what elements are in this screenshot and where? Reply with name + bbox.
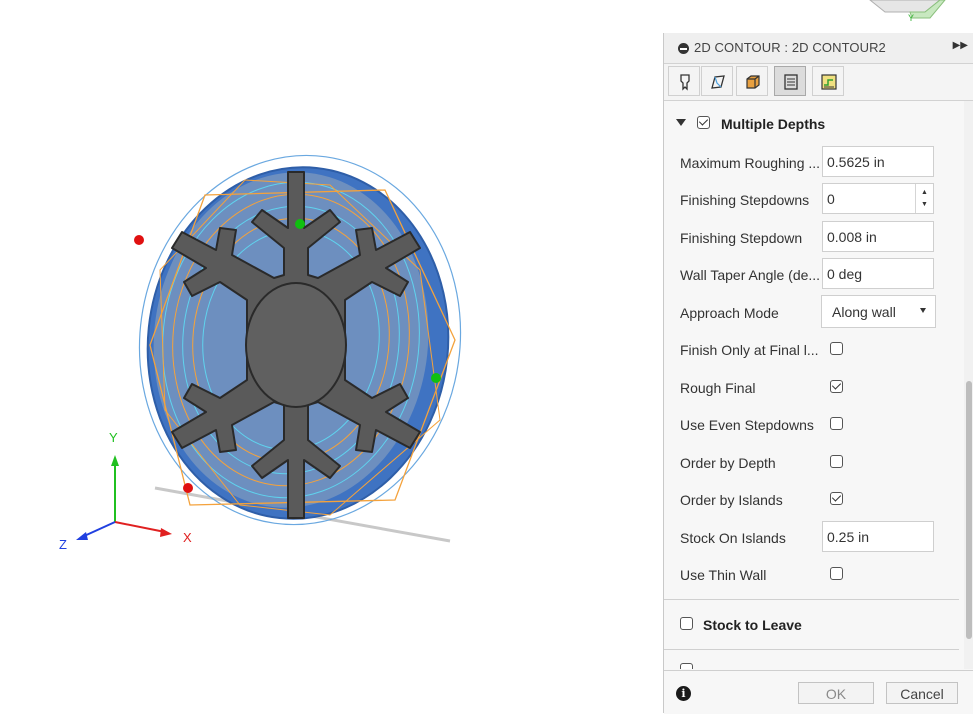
tab-heights[interactable] (736, 66, 768, 96)
max-roughing-input[interactable]: 0.5625 in (822, 146, 934, 177)
order-by-islands-label: Order by Islands (680, 492, 783, 508)
order-by-depth-label: Order by Depth (680, 455, 776, 471)
tab-linking[interactable] (812, 66, 844, 96)
stock-on-islands-label: Stock On Islands (680, 530, 786, 546)
wall-taper-input[interactable]: 0 deg (822, 258, 934, 289)
axis-label-y: Y (109, 430, 118, 445)
axis-label-z: Z (59, 537, 67, 552)
stepper-up-icon[interactable]: ▲ (921, 189, 928, 196)
heights-icon (746, 75, 760, 89)
expand-panel-icon[interactable]: ▶▶ (953, 40, 968, 51)
tab-bar (664, 64, 973, 101)
approach-mode-value: Along wall (832, 304, 896, 320)
finishing-stepdown-input[interactable]: 0.008 in (822, 221, 934, 252)
section-multiple-depths[interactable]: Multiple Depths (664, 109, 964, 137)
even-stepdowns-checkbox[interactable] (830, 417, 843, 430)
stock-on-islands-input[interactable]: 0.25 in (822, 521, 934, 552)
linking-icon (821, 74, 837, 90)
stock-to-leave-label: Stock to Leave (703, 617, 802, 633)
view-cube-label: Y (908, 13, 914, 22)
rough-final-label: Rough Final (680, 380, 756, 396)
panel-footer: i OK Cancel (664, 670, 973, 714)
section-divider-2 (664, 649, 959, 650)
center-hub (245, 282, 347, 408)
section-divider (664, 599, 959, 600)
order-by-islands-checkbox[interactable] (830, 492, 843, 505)
multiple-depths-checkbox[interactable] (697, 116, 710, 129)
passes-icon (784, 74, 798, 90)
section-stock-to-leave[interactable]: Stock to Leave (664, 609, 964, 637)
stepper-buttons[interactable]: ▲ ▼ (915, 184, 933, 213)
collapse-icon[interactable] (678, 43, 689, 54)
use-thin-wall-checkbox[interactable] (830, 567, 843, 580)
rough-final-checkbox[interactable] (830, 380, 843, 393)
axis-label-x: X (183, 530, 192, 545)
approach-mode-label: Approach Mode (680, 305, 779, 321)
finish-only-final-checkbox[interactable] (830, 342, 843, 355)
even-stepdowns-label: Use Even Stepdowns (680, 417, 814, 433)
tab-geometry[interactable] (701, 66, 733, 96)
panel-title: 2D CONTOUR : 2D CONTOUR2 (694, 40, 886, 55)
entry-marker-red (134, 235, 144, 245)
wall-taper-label: Wall Taper Angle (de... (680, 267, 821, 283)
scrollbar-thumb[interactable] (966, 381, 972, 639)
use-thin-wall-label: Use Thin Wall (680, 567, 767, 583)
tool-icon (680, 74, 690, 91)
tab-tool[interactable] (668, 66, 700, 96)
entry-marker-red-2 (183, 483, 193, 493)
collapse-triangle-icon[interactable] (676, 119, 686, 126)
finishing-stepdowns-stepper[interactable]: 0 ▲ ▼ (822, 183, 934, 214)
max-roughing-label: Maximum Roughing ... (680, 155, 821, 171)
finishing-stepdowns-label: Finishing Stepdowns (680, 192, 810, 208)
axis-triad (76, 455, 172, 540)
cancel-button[interactable]: Cancel (886, 682, 958, 704)
dropdown-arrow-icon (920, 308, 926, 313)
marker-green (295, 219, 305, 229)
properties-panel: 2D CONTOUR : 2D CONTOUR2 ▶▶ Multiple Dep… (663, 33, 973, 714)
geometry-icon (711, 75, 725, 89)
3d-viewport[interactable]: Y X Z (0, 0, 663, 713)
approach-mode-select[interactable]: Along wall (821, 295, 936, 328)
stock-to-leave-checkbox[interactable] (680, 617, 693, 630)
finishing-stepdowns-value: 0 (827, 191, 835, 207)
multiple-depths-label: Multiple Depths (721, 116, 826, 132)
panel-header: 2D CONTOUR : 2D CONTOUR2 ▶▶ (664, 33, 973, 64)
panel-scrollbar[interactable] (964, 101, 973, 669)
view-cube[interactable]: Y (850, 0, 960, 22)
info-icon[interactable]: i (676, 686, 691, 701)
finishing-stepdown-label: Finishing Stepdown (680, 230, 803, 246)
tab-passes[interactable] (774, 66, 806, 96)
stepper-down-icon[interactable]: ▼ (921, 201, 928, 208)
next-section-checkbox[interactable] (680, 663, 693, 669)
finish-only-final-label: Finish Only at Final l... (680, 342, 819, 358)
panel-content: Multiple Depths Maximum Roughing ... 0.5… (664, 101, 964, 669)
order-by-depth-checkbox[interactable] (830, 455, 843, 468)
ok-button[interactable]: OK (798, 682, 874, 704)
marker-green-2 (431, 373, 441, 383)
